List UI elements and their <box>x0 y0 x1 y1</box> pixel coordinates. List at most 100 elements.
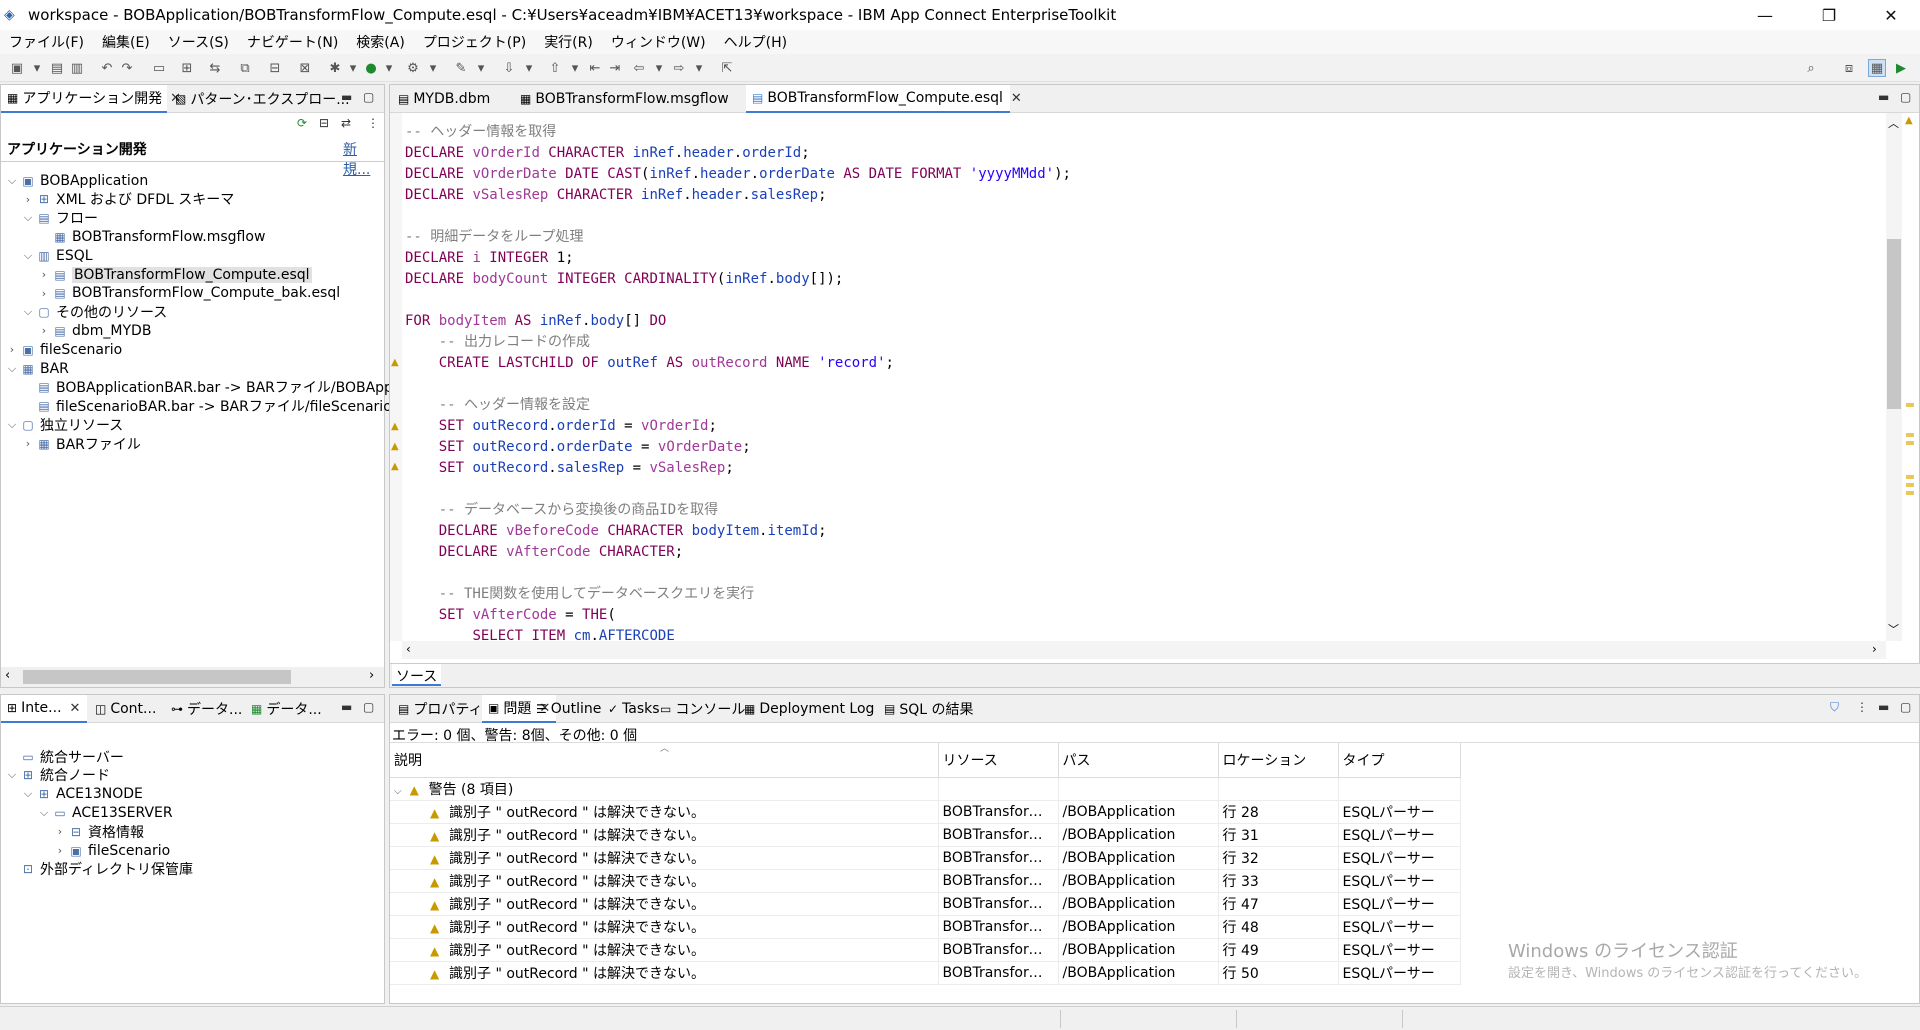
chevron-down-icon[interactable]: ⌵ <box>5 174 19 188</box>
chevron-right-icon[interactable]: › <box>53 825 67 838</box>
col-resource[interactable]: リソース <box>938 743 1059 778</box>
tab-source[interactable]: ソース <box>392 664 442 686</box>
menu-item-8[interactable]: ヘルプ(H) <box>715 32 796 52</box>
scroll-left-icon[interactable]: ‹ <box>5 668 10 683</box>
scroll-down-icon[interactable]: ﹀ <box>1888 621 1899 637</box>
chevron-down-icon[interactable]: ⌵ <box>21 249 35 263</box>
close-window-button[interactable]: ✕ <box>1862 0 1920 30</box>
chevron-right-icon[interactable]: › <box>21 193 35 206</box>
horizontal-scrollbar[interactable]: ‹ › <box>1 667 384 687</box>
last-edit-icon[interactable]: ⇤ <box>586 59 604 77</box>
save-all-icon[interactable]: ▥ <box>68 59 86 77</box>
perspective-icon[interactable]: ▦ <box>1868 59 1886 77</box>
run-icon[interactable]: ● <box>362 59 380 77</box>
forward-icon[interactable]: ⇨ <box>670 59 688 77</box>
deploy-icon[interactable]: ⧉ <box>236 59 254 77</box>
external-tools-icon[interactable]: ⚙ <box>404 59 422 77</box>
warning-marker[interactable] <box>1906 491 1914 495</box>
dropdown-arrow-icon[interactable]: ▾ <box>344 59 362 77</box>
chevron-down-icon[interactable]: ⌵ <box>5 768 19 782</box>
warning-gutter-icon[interactable]: ▲ <box>391 441 399 452</box>
tab-compute-esql[interactable]: ▤ BOBTransformFlow_Compute.esql ✕ <box>746 85 1022 113</box>
forward-edit-icon[interactable]: ⇥ <box>606 59 624 77</box>
scroll-thumb[interactable] <box>23 670 291 684</box>
tab-msgflow[interactable]: ▦ BOBTransformFlow.msgflow <box>514 85 729 113</box>
menu-item-2[interactable]: ソース(S) <box>159 32 238 52</box>
col-type[interactable]: タイプ <box>1338 743 1461 778</box>
dropdown-arrow-icon[interactable]: ▾ <box>424 59 442 77</box>
chevron-down-icon[interactable]: ⌵ <box>394 786 402 797</box>
refresh-icon[interactable]: ⟳ <box>297 116 307 130</box>
table-row[interactable]: ▲ 識別子 " outRecord " は解決できない。 BOBTransformF… <box>390 961 1461 985</box>
warning-gutter-icon[interactable]: ▲ <box>391 357 399 368</box>
view-menu-icon[interactable]: ⋮ <box>1856 700 1868 714</box>
close-tab-icon[interactable]: ✕ <box>70 701 81 716</box>
dropdown-arrow-icon[interactable]: ▾ <box>28 59 46 77</box>
back-icon[interactable]: ⇦ <box>630 59 648 77</box>
save-icon[interactable]: ▤ <box>48 59 66 77</box>
minimize-button[interactable]: — <box>1736 0 1794 30</box>
scroll-up-icon[interactable]: ︿ <box>1888 115 1899 131</box>
scroll-right-icon[interactable]: › <box>1872 642 1877 656</box>
chevron-right-icon[interactable]: › <box>37 287 51 300</box>
warning-marker[interactable] <box>1906 475 1914 479</box>
table-row[interactable]: ▲ 識別子 " outRecord " は解決できない。 BOBTransformF… <box>390 823 1461 847</box>
open-type-icon[interactable]: ⊟ <box>266 59 284 77</box>
table-row[interactable]: ▲ 識別子 " outRecord " は解決できない。 BOBTransformF… <box>390 800 1461 824</box>
chevron-down-icon[interactable]: ⌵ <box>21 211 35 225</box>
chevron-right-icon[interactable]: › <box>53 844 67 857</box>
col-location[interactable]: ロケーション <box>1218 743 1339 778</box>
debug-icon[interactable]: ✱ <box>326 59 344 77</box>
tab-containers[interactable]: ◫ Cont... <box>89 695 161 723</box>
tree-item[interactable]: › ▦ BARファイル <box>21 432 141 455</box>
warning-marker[interactable] <box>1906 403 1914 407</box>
minimize-view-icon[interactable]: ▬ <box>341 700 352 714</box>
dropdown-arrow-icon[interactable]: ▾ <box>380 59 398 77</box>
prev-annotation-icon[interactable]: ⇧ <box>546 59 564 77</box>
tab-outline[interactable]: ☰ Outline <box>530 695 607 723</box>
minimize-view-icon[interactable]: ▬ <box>341 90 352 104</box>
maximize-view-icon[interactable]: ▢ <box>1900 700 1911 714</box>
table-row[interactable]: ▲ 識別子 " outRecord " は解決できない。 BOBTransformF… <box>390 846 1461 870</box>
menu-item-1[interactable]: 編集(E) <box>93 32 159 52</box>
warning-gutter-icon[interactable]: ▲ <box>391 461 399 472</box>
warning-group-row[interactable]: ⌵ ▲ 警告 (8 項目) <box>390 777 1461 801</box>
dropdown-arrow-icon[interactable]: ▾ <box>566 59 584 77</box>
tab-pattern-explorer[interactable]: ▧ パターン･エクスプロー... <box>169 85 350 113</box>
menu-item-7[interactable]: ウィンドウ(W) <box>602 32 715 52</box>
search-icon[interactable]: ⌕ <box>1802 59 1820 77</box>
menu-item-3[interactable]: ナビゲート(N) <box>238 32 347 52</box>
table-row[interactable]: ▲ 識別子 " outRecord " は解決できない。 BOBTransformF… <box>390 869 1461 893</box>
link-editor-icon[interactable]: ⇄ <box>341 116 351 130</box>
tab-application-development[interactable]: ▦ アプリケーション開発 ✕ <box>1 85 181 113</box>
warning-gutter-icon[interactable]: ▲ <box>391 421 399 432</box>
dropdown-arrow-icon[interactable]: ▾ <box>690 59 708 77</box>
chevron-down-icon[interactable]: ⌵ <box>21 787 35 801</box>
tab-integration-explorer[interactable]: ⊞ Inte... ✕ <box>1 695 87 723</box>
pin-icon[interactable]: ⇱ <box>718 59 736 77</box>
chevron-down-icon[interactable]: ⌵ <box>37 806 51 820</box>
undo-icon[interactable]: ↶ <box>98 59 116 77</box>
chevron-right-icon[interactable]: › <box>21 437 35 450</box>
scroll-right-icon[interactable]: › <box>369 668 374 683</box>
restore-button[interactable]: ❐ <box>1800 0 1858 30</box>
maximize-view-icon[interactable]: ▢ <box>1900 90 1911 104</box>
maximize-view-icon[interactable]: ▢ <box>363 90 374 104</box>
collapse-all-icon[interactable]: ⊟ <box>319 116 329 130</box>
table-row[interactable]: ▲ 識別子 " outRecord " は解決できない。 BOBTransformF… <box>390 915 1461 939</box>
vertical-scrollbar[interactable]: ︿ ﹀ <box>1886 113 1902 641</box>
col-path[interactable]: パス <box>1058 743 1219 778</box>
terminal-icon[interactable]: ▭ <box>150 59 168 77</box>
chevron-right-icon[interactable]: › <box>37 268 51 281</box>
tab-sql[interactable]: ▤ SQL の結果 <box>878 695 980 723</box>
tab-data-source[interactable]: ⊶ データ... <box>165 695 243 723</box>
menu-item-5[interactable]: プロジェクト(P) <box>414 32 535 52</box>
dropdown-arrow-icon[interactable]: ▾ <box>472 59 490 77</box>
warning-marker[interactable] <box>1906 433 1914 437</box>
filter-icon[interactable]: ⛉ <box>1830 700 1839 715</box>
tab-mydb-dbm[interactable]: ▤ MYDB.dbm <box>392 85 510 113</box>
warning-marker[interactable] <box>1906 483 1914 487</box>
table-row[interactable]: ▲ 識別子 " outRecord " は解決できない。 BOBTransformF… <box>390 938 1461 962</box>
warning-marker[interactable] <box>1906 441 1914 445</box>
chevron-down-icon[interactable]: ⌵ <box>5 362 19 376</box>
